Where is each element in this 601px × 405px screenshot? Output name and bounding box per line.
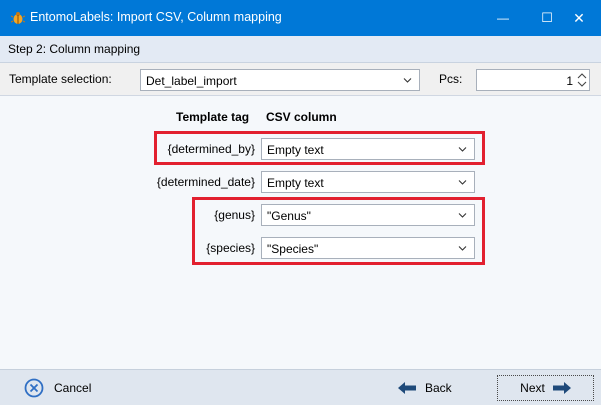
back-label: Back <box>425 381 452 395</box>
next-button[interactable]: Next <box>497 375 594 401</box>
highlight-box-determined-by <box>154 131 485 165</box>
spinner-arrows-icon[interactable] <box>576 71 588 89</box>
chevron-down-icon <box>458 180 467 185</box>
minimize-button[interactable]: — <box>481 0 525 36</box>
next-label: Next <box>520 381 545 395</box>
template-selection-label: Template selection: <box>9 72 112 86</box>
close-button[interactable]: ✕ <box>557 0 601 36</box>
cancel-icon <box>24 378 44 398</box>
highlight-box-genus-species <box>192 197 485 265</box>
cancel-button[interactable]: Cancel <box>24 376 91 400</box>
tag-label-determined-date: {determined_date} <box>156 175 255 189</box>
step-bar: Step 2: Column mapping <box>0 36 601 63</box>
chevron-down-icon <box>403 78 412 83</box>
close-icon: ✕ <box>573 9 585 26</box>
cancel-label: Cancel <box>54 381 92 395</box>
arrow-left-icon <box>398 382 416 394</box>
back-button[interactable]: Back <box>398 376 452 400</box>
beetle-icon <box>11 12 25 24</box>
footer-bar: Cancel Back Next <box>0 369 601 405</box>
window-title: EntomoLabels: Import CSV, Column mapping <box>30 10 282 24</box>
step-label: Step 2: Column mapping <box>8 42 141 56</box>
maximize-icon: ☐ <box>541 10 553 25</box>
template-select-value: Det_label_import <box>146 74 237 88</box>
csv-column-value: Empty text <box>267 176 324 190</box>
pcs-stepper[interactable]: 1 <box>476 69 590 91</box>
pcs-label: Pcs: <box>439 72 463 86</box>
minimize-icon: — <box>497 11 509 25</box>
title-bar: EntomoLabels: Import CSV, Column mapping… <box>0 0 601 36</box>
arrow-right-icon <box>552 382 571 394</box>
csv-column-header: CSV column <box>266 110 337 124</box>
template-tag-header: Template tag <box>176 110 250 124</box>
pcs-value: 1 <box>566 74 573 88</box>
csv-column-select-determined-date[interactable]: Empty text <box>261 171 475 193</box>
template-select[interactable]: Det_label_import <box>140 69 420 91</box>
